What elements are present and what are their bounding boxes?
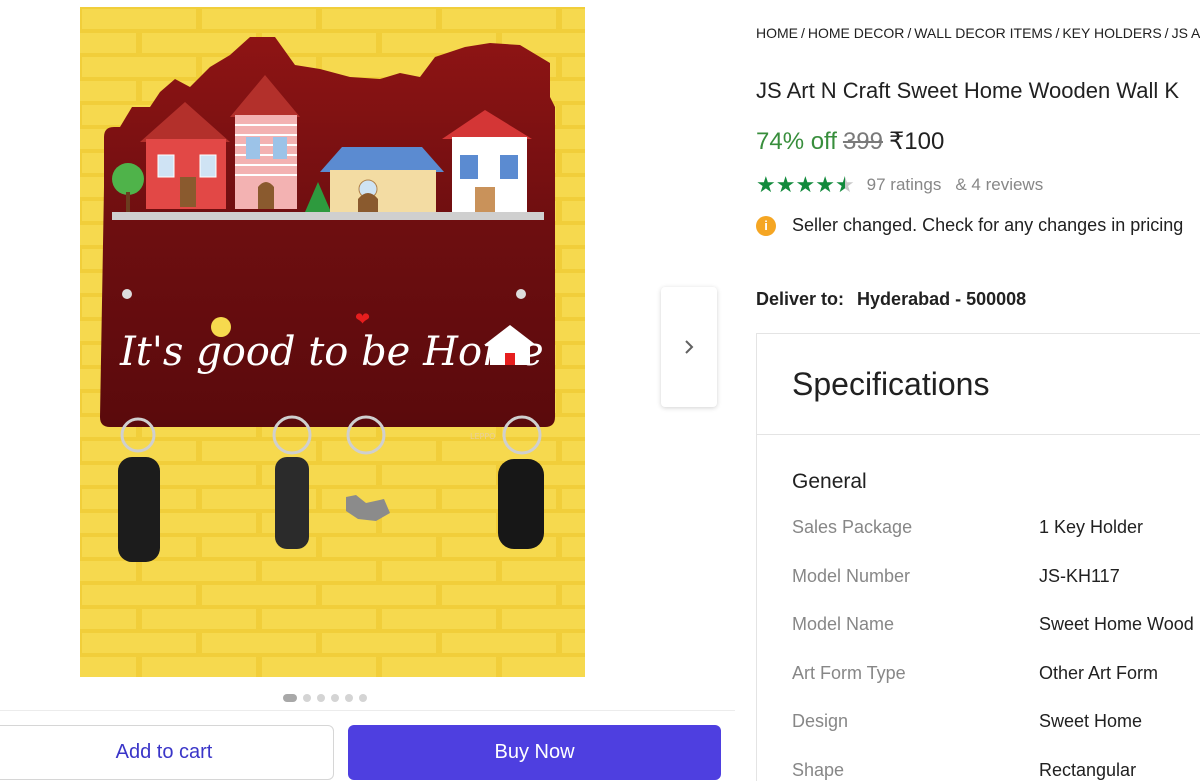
carousel-dot[interactable] [317, 694, 325, 702]
svg-text:❤: ❤ [355, 309, 370, 329]
product-image-caption: It's good to be Home [119, 329, 544, 375]
spec-key: Shape [792, 759, 845, 780]
info-icon: i [756, 215, 776, 236]
spec-value: Other Art Form [1039, 662, 1159, 683]
delivery-location[interactable]: Hyderabad - 500008 [857, 289, 1026, 309]
product-image[interactable]: It's good to be Home ❤ LEPPO [80, 7, 585, 677]
breadcrumb-brand[interactable]: JS A [1172, 25, 1200, 41]
spec-value: Sweet Home Wood [1039, 614, 1194, 634]
original-price: 399 [842, 128, 883, 155]
product-title: JS Art N Craft Sweet Home Wooden Wall K [756, 78, 1180, 103]
seller-notice: i Seller changed. Check for any changes … [756, 215, 1183, 236]
spec-key: Model Name [792, 614, 895, 634]
product-details: HOME / HOME DECOR / WALL DECOR ITEMS / KEY HOL… [756, 0, 1200, 781]
breadcrumb-home[interactable]: HOME [756, 25, 798, 41]
buy-now-button[interactable]: Buy Now [348, 725, 721, 780]
ratings-count[interactable]: 97 ratings [867, 175, 942, 195]
deliver-label: Deliver to: [756, 289, 845, 309]
rating-stars: ★★★★★ [756, 172, 855, 198]
carousel-dot[interactable] [345, 694, 353, 702]
delivery-row: Deliver to: Hyderabad - 500008 [756, 289, 1026, 310]
carousel-dot[interactable] [303, 694, 311, 702]
carousel-dot[interactable] [283, 694, 297, 702]
carousel-dot[interactable] [359, 694, 367, 702]
spec-row: Shape Rectangular [792, 760, 1200, 782]
breadcrumb-wall-decor[interactable]: WALL DECOR ITEMS [914, 25, 1052, 41]
star-icon: ★ [795, 172, 816, 197]
spec-key: Model Number [792, 565, 911, 586]
seller-notice-text: Seller changed. Check for any changes in… [792, 215, 1184, 235]
specifications-card: Specifications General Sales Package 1 K… [756, 333, 1200, 781]
star-icon: ★ [815, 172, 835, 197]
selling-price: ₹100 [889, 128, 945, 155]
add-to-cart-button[interactable]: Add to cart [0, 725, 334, 780]
star-icon: ★ [756, 172, 776, 197]
brand-tag: LEPPO [470, 432, 495, 441]
breadcrumb-key-holders[interactable]: KEY HOLDERS [1062, 25, 1161, 41]
spec-row: Model Name Sweet Home Wood [792, 614, 1200, 663]
star-icon: ★ [775, 172, 796, 197]
carousel-dot[interactable] [331, 694, 339, 702]
spec-row: Sales Package 1 Key Holder [792, 517, 1200, 566]
price-row: 74% off 399 ₹100 [756, 127, 944, 156]
carousel-dots [283, 692, 367, 704]
spec-row: Design Sweet Home [792, 711, 1200, 760]
spec-row: Model Number JS-KH117 [792, 566, 1200, 615]
spec-group-title: General [792, 470, 867, 493]
spec-value: JS-KH117 [1039, 565, 1120, 586]
reviews-count[interactable]: & 4 reviews [955, 175, 1043, 195]
chevron-right-icon [685, 340, 694, 354]
spec-table: Sales Package 1 Key Holder Model Number … [792, 517, 1200, 781]
spec-row: Art Form Type Other Art Form [792, 663, 1200, 712]
spec-value: Sweet Home [1039, 711, 1143, 731]
discount-label: 74% off [756, 128, 837, 155]
next-image-button[interactable] [661, 287, 717, 407]
divider [757, 434, 1200, 435]
action-bar: Add to cart Buy Now [0, 710, 735, 782]
breadcrumb: HOME / HOME DECOR / WALL DECOR ITEMS / KEY HOL… [756, 25, 1200, 41]
specifications-heading: Specifications [792, 366, 990, 402]
spec-key: Art Form Type [792, 662, 906, 683]
spec-key: Design [792, 711, 849, 731]
spec-value: Rectangular [1039, 759, 1137, 780]
rating-row: ★★★★★ 97 ratings & 4 reviews [756, 172, 1043, 198]
breadcrumb-home-decor[interactable]: HOME DECOR [808, 25, 904, 41]
star-half-icon: ★ [834, 172, 855, 197]
spec-key: Sales Package [792, 517, 913, 537]
spec-value: 1 Key Holder [1039, 517, 1144, 537]
